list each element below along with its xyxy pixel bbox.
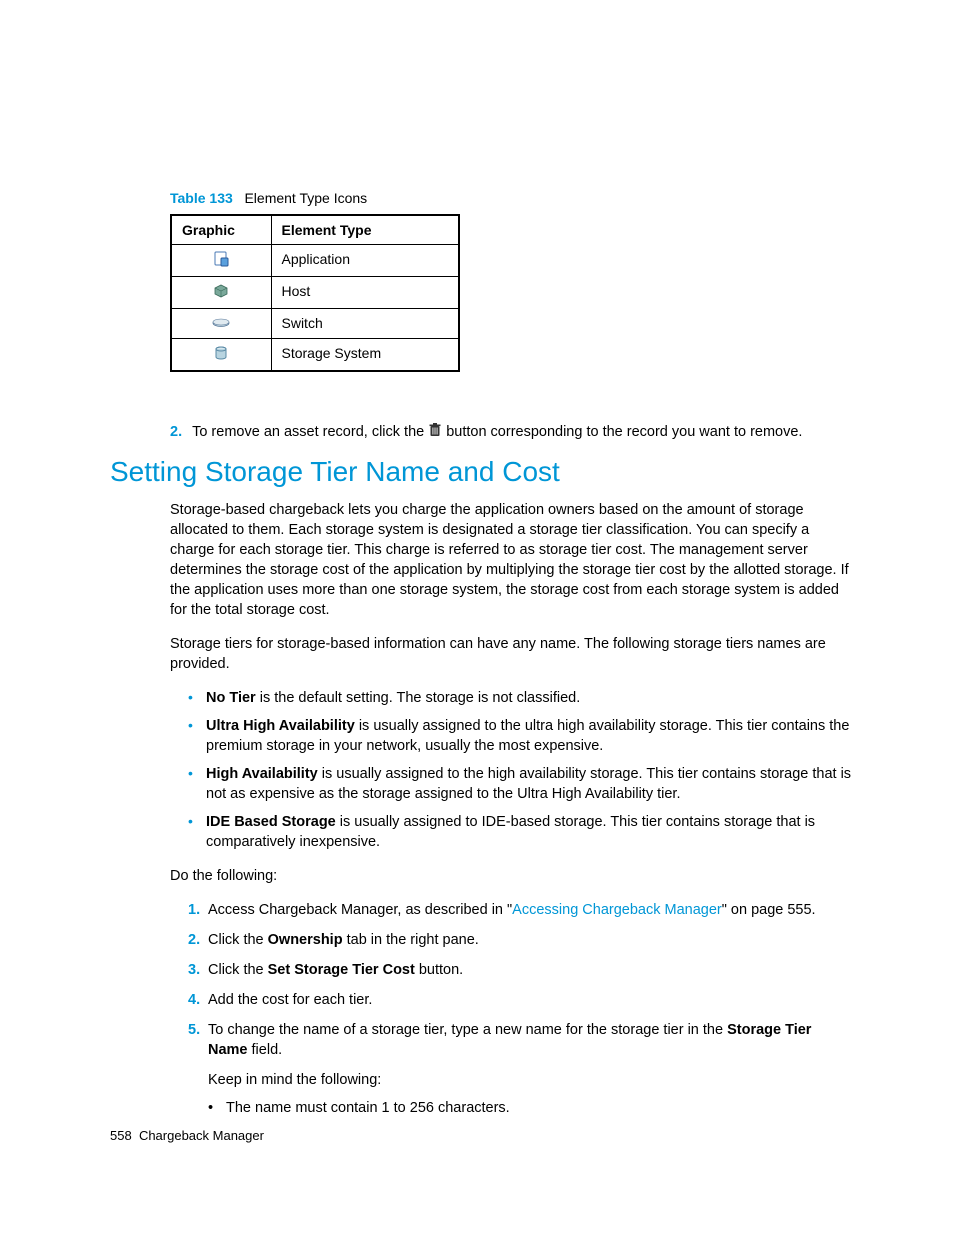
bullet-list: No Tier is the default setting. The stor… [188,688,854,852]
step-number: 1. [188,900,200,920]
footer-title: Chargeback Manager [139,1128,264,1143]
step-number: 4. [188,990,200,1010]
graphic-cell [171,277,271,309]
bullet-bold: No Tier [206,690,256,706]
step-text: field. [248,1042,283,1058]
list-item: 3. Click the Set Storage Tier Cost butto… [188,960,854,980]
graphic-cell [171,309,271,339]
step-text: button. [415,962,463,978]
step-number: 5. [188,1020,200,1040]
storage-system-icon [213,345,229,364]
graphic-cell [171,245,271,277]
table-row: Switch [171,309,459,339]
list-item: High Availability is usually assigned to… [188,764,854,804]
table-number: Table 133 [170,190,233,206]
element-type-cell: Application [271,245,459,277]
page-number: 558 [110,1128,132,1143]
element-type-cell: Host [271,277,459,309]
trash-icon [428,422,442,442]
table-caption: Table 133 Element Type Icons [170,190,854,206]
list-item: The name must contain 1 to 256 character… [208,1098,854,1118]
step-text: Click the [208,932,268,948]
bullet-bold: IDE Based Storage [206,814,336,830]
list-item: Ultra High Availability is usually assig… [188,716,854,756]
paragraph: Storage-based chargeback lets you charge… [170,500,854,620]
ordered-steps: 1. Access Chargeback Manager, as describ… [188,900,854,1118]
list-item: 1. Access Chargeback Manager, as describ… [188,900,854,920]
bullet-bold: High Availability [206,766,318,782]
step-text: To change the name of a storage tier, ty… [208,1022,727,1038]
list-item: IDE Based Storage is usually assigned to… [188,812,854,852]
element-type-icons-table: Graphic Element Type Application [170,214,460,372]
step-text-before: To remove an asset record, click the [192,424,424,440]
table-header-element-type: Element Type [271,215,459,245]
application-icon [213,251,229,270]
paragraph: Storage tiers for storage-based informat… [170,634,854,674]
step-text-after: button corresponding to the record you w… [446,424,802,440]
step-bold: Set Storage Tier Cost [268,962,415,978]
table-caption-text: Element Type Icons [244,190,367,206]
page-footer: 558 Chargeback Manager [110,1128,264,1143]
step-bold: Ownership [268,932,343,948]
step-text: tab in the right pane. [343,932,479,948]
host-icon [213,283,229,302]
list-item: 2. Click the Ownership tab in the right … [188,930,854,950]
step-text: Click the [208,962,268,978]
list-item: No Tier is the default setting. The stor… [188,688,854,708]
table-row: Host [171,277,459,309]
section-heading: Setting Storage Tier Name and Cost [110,456,854,488]
bullet-text: is the default setting. The storage is n… [256,690,581,706]
link-accessing-chargeback[interactable]: Accessing Chargeback Manager [512,902,722,918]
step-text: Access Chargeback Manager, as described … [208,902,512,918]
step-text: Add the cost for each tier. [208,992,372,1008]
step-remove-asset: 2. To remove an asset record, click the … [170,422,854,442]
step-number: 3. [188,960,200,980]
sub-bullet-list: The name must contain 1 to 256 character… [208,1098,854,1118]
list-item: 5. To change the name of a storage tier,… [188,1020,854,1118]
list-item: 4. Add the cost for each tier. [188,990,854,1010]
step-text: " on page 555. [722,902,816,918]
element-type-cell: Storage System [271,339,459,372]
paragraph: Do the following: [170,866,854,886]
step-number: 2. [170,424,182,440]
sub-paragraph: Keep in mind the following: [208,1070,854,1090]
bullet-bold: Ultra High Availability [206,718,355,734]
table-row: Application [171,245,459,277]
element-type-cell: Switch [271,309,459,339]
table-header-graphic: Graphic [171,215,271,245]
graphic-cell [171,339,271,372]
switch-icon [211,316,231,332]
step-number: 2. [188,930,200,950]
table-row: Storage System [171,339,459,372]
